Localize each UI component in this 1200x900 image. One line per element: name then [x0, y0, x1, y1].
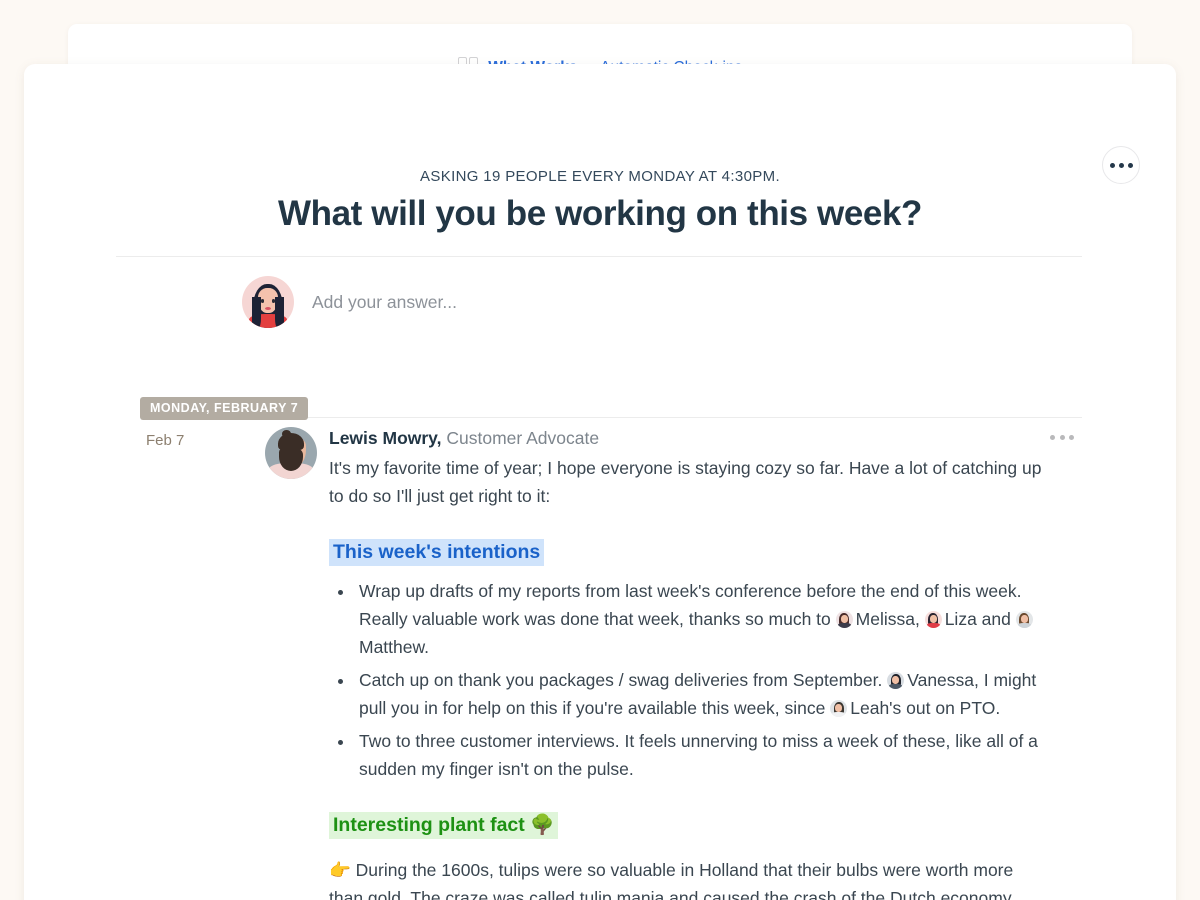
mention-name[interactable]: Matthew. — [359, 637, 429, 657]
mention-avatar-liza[interactable] — [924, 611, 942, 629]
bullet-text-part: out on PTO. — [901, 698, 1001, 719]
plant-fact-text: During the 1600s, tulips were so valuabl… — [329, 859, 1016, 900]
plant-fact-paragraph: 👉 During the 1600s, tulips were so valua… — [329, 856, 1046, 900]
mention-name[interactable]: Vanessa, — [907, 670, 979, 690]
answer-composer[interactable]: Add your answer... — [242, 276, 457, 328]
app-stage: What Works › Automatic Check-ins ASKING … — [0, 0, 1200, 900]
avatar — [265, 427, 317, 479]
post-author: Lewis Mowry, Customer Advocate — [329, 427, 1046, 450]
bullet-text-part — [920, 609, 925, 629]
mention-avatar-vanessa[interactable] — [887, 671, 905, 689]
post: Feb 7 Lewis Mowry, Customer Advocate It'… — [142, 427, 1136, 900]
page-title: What will you be working on this week? — [277, 194, 923, 233]
bullet-text-part: Two to three customer interviews. It fee… — [359, 730, 1038, 779]
question-card: ASKING 19 PEOPLE EVERY MONDAY AT 4:30PM.… — [24, 64, 1176, 900]
post-body: Lewis Mowry, Customer Advocate It's my f… — [329, 427, 1136, 900]
mention-avatar-matthew[interactable] — [1015, 611, 1033, 629]
mention-name[interactable]: Liza — [945, 609, 977, 629]
section-heading-intentions: This week's intentions — [329, 539, 545, 566]
post-avatar[interactable] — [265, 427, 317, 479]
pointing-hand-icon: 👉 — [329, 859, 351, 880]
mention-avatar-leah[interactable] — [830, 700, 848, 718]
title-divider — [116, 256, 1082, 257]
list-item: Wrap up drafts of my reports from last w… — [355, 577, 1046, 662]
day-divider-badge: MONDAY, FEBRUARY 7 — [140, 397, 309, 420]
answer-input-placeholder[interactable]: Add your answer... — [312, 292, 457, 313]
bullet-text-part: Catch up on thank you packages / swag de… — [359, 669, 888, 690]
question-schedule-text: ASKING 19 PEOPLE EVERY MONDAY AT 4:30PM. — [420, 168, 780, 185]
section-intentions: This week's intentions — [329, 538, 1046, 566]
intentions-list: Wrap up drafts of my reports from last w… — [329, 577, 1046, 783]
mention-name[interactable]: Melissa, — [856, 609, 920, 629]
bullet-text-part: and — [976, 609, 1016, 630]
section-heading-plant-fact: Interesting plant fact 🌳 — [329, 812, 559, 839]
avatar — [242, 276, 294, 328]
post-author-role: Customer Advocate — [446, 428, 600, 448]
post-author-name[interactable]: Lewis Mowry, — [329, 428, 441, 448]
list-item: Catch up on thank you packages / swag de… — [355, 666, 1046, 723]
post-options-button[interactable] — [1050, 435, 1074, 440]
list-item: Two to three customer interviews. It fee… — [355, 727, 1046, 784]
post-intro-paragraph: It's my favorite time of year; I hope ev… — [329, 457, 1042, 507]
post-timestamp: Feb 7 — [146, 432, 185, 449]
mention-name[interactable]: Leah's — [850, 698, 901, 718]
section-plant-fact: Interesting plant fact 🌳 — [329, 811, 1046, 839]
mention-avatar-melissa[interactable] — [835, 611, 853, 629]
